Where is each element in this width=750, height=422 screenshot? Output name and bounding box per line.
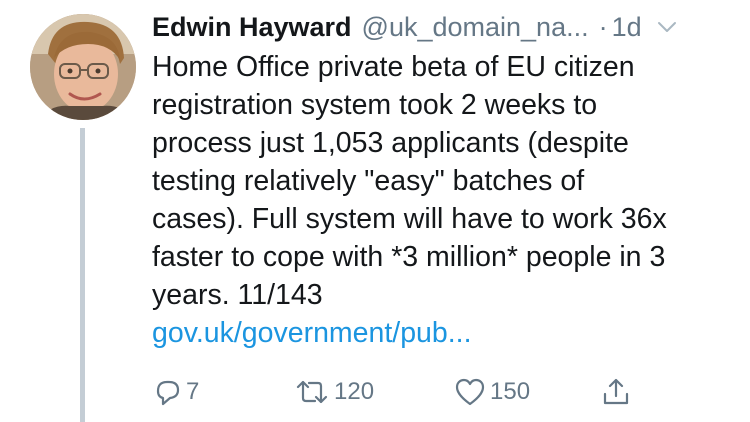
tweet-text: Home Office private beta of EU citizen r… xyxy=(152,51,667,311)
heart-icon xyxy=(454,377,486,407)
reply-count: 7 xyxy=(186,378,200,405)
display-name[interactable]: Edwin Hayward xyxy=(152,12,352,43)
like-button[interactable]: 150 xyxy=(454,374,530,410)
share-button[interactable] xyxy=(600,374,632,410)
like-count: 150 xyxy=(490,378,531,405)
reply-button[interactable]: 7 xyxy=(152,374,199,410)
user-avatar-photo-icon xyxy=(30,14,136,120)
retweet-button[interactable]: 120 xyxy=(294,374,374,410)
separator-dot: · xyxy=(598,11,608,42)
tweet-link[interactable]: gov.uk/government/pub... xyxy=(152,314,742,352)
avatar[interactable] xyxy=(30,14,136,120)
retweet-count: 120 xyxy=(334,378,375,405)
reply-icon xyxy=(152,377,182,407)
tweet-actions: 7 120 150 xyxy=(152,374,652,410)
tweet-header: Edwin Hayward @uk_domain_na... · 1d xyxy=(152,6,742,48)
thread-line xyxy=(80,128,85,422)
user-handle[interactable]: @uk_domain_na... xyxy=(362,12,589,43)
tweet-content: Edwin Hayward @uk_domain_na... · 1d Home… xyxy=(152,6,742,352)
timestamp[interactable]: 1d xyxy=(612,12,642,43)
chevron-down-icon[interactable] xyxy=(656,16,678,38)
share-icon xyxy=(600,376,632,408)
retweet-icon xyxy=(294,377,330,407)
